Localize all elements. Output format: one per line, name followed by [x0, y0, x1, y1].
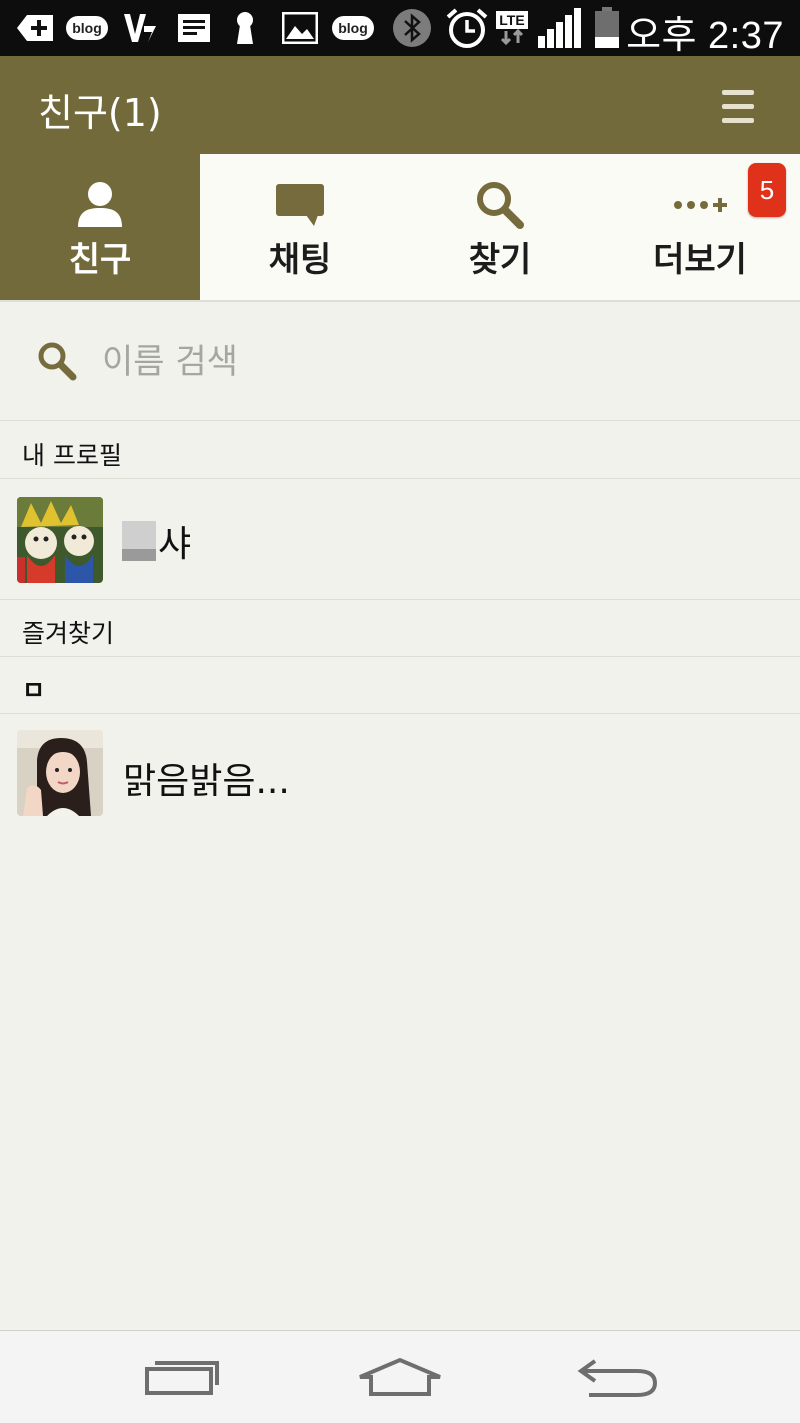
chat-bubble-icon — [200, 180, 400, 230]
search-input[interactable] — [100, 336, 744, 388]
lte-label: LTE — [496, 11, 528, 29]
blog-label: blog — [332, 16, 374, 40]
menu-icon-line — [722, 103, 754, 109]
back-button[interactable] — [572, 1349, 662, 1405]
section-label: 내 프로필 — [22, 441, 122, 470]
search-bar — [0, 302, 800, 421]
tab-label: 더보기 — [653, 240, 747, 280]
status-time: 오후 2:37 — [626, 15, 784, 57]
avatar[interactable] — [17, 730, 103, 816]
keyhole-icon — [230, 10, 260, 46]
my-profile-name: 샤 — [158, 524, 192, 565]
search-icon — [36, 340, 78, 386]
tab-label: 친구 — [68, 240, 132, 280]
person-icon — [0, 180, 200, 230]
system-nav-bar — [0, 1330, 800, 1423]
battery-icon — [592, 7, 622, 48]
section-label: ㅁ — [22, 676, 46, 705]
friend-name: 맑음밝음... — [123, 761, 290, 802]
page-title: 친구(1) — [38, 91, 162, 135]
my-profile-row[interactable]: 샤 — [0, 479, 800, 600]
status-bar: blog blog LTE 오후 2:37 — [0, 0, 800, 57]
note-icon — [174, 10, 214, 46]
tab-bar: 친구 채팅 찾기 더보기 — [0, 154, 800, 302]
blog-notification-icon: blog — [330, 10, 376, 46]
recent-apps-button[interactable] — [138, 1349, 228, 1405]
app-header: 친구(1) — [0, 56, 800, 154]
blog-notification-icon: blog — [64, 10, 110, 46]
alarm-icon — [444, 8, 490, 48]
search-icon — [400, 180, 600, 230]
add-notification-icon — [12, 10, 56, 46]
section-header-my-profile: 내 프로필 — [0, 422, 800, 479]
menu-icon-line — [722, 117, 754, 123]
section-header-index: ㅁ — [0, 657, 800, 714]
tab-friends[interactable]: 친구 — [0, 154, 200, 300]
list-item[interactable]: 맑음밝음... — [0, 714, 800, 834]
lte-icon: LTE — [494, 10, 530, 46]
home-icon — [359, 1357, 441, 1396]
back-icon — [577, 1359, 658, 1397]
avatar[interactable] — [17, 497, 103, 583]
section-header-favorites: 즐겨찾기 — [0, 600, 800, 657]
signal-icon — [536, 8, 584, 48]
home-button[interactable] — [355, 1349, 445, 1405]
tab-find[interactable]: 찾기 — [400, 154, 600, 300]
menu-icon — [722, 89, 754, 95]
blog-label: blog — [66, 16, 108, 40]
image-icon — [280, 10, 320, 46]
section-label: 즐겨찾기 — [22, 619, 115, 648]
recent-apps-icon — [145, 1361, 219, 1395]
tab-label: 채팅 — [268, 240, 332, 280]
bluetooth-icon — [390, 9, 434, 47]
tab-label: 찾기 — [468, 240, 532, 280]
notification-badge: 5 — [748, 163, 786, 217]
tab-chat[interactable]: 채팅 — [200, 154, 400, 300]
v3-app-icon — [120, 10, 160, 46]
name-redacted-block — [122, 521, 156, 561]
menu-button[interactable] — [710, 80, 766, 132]
